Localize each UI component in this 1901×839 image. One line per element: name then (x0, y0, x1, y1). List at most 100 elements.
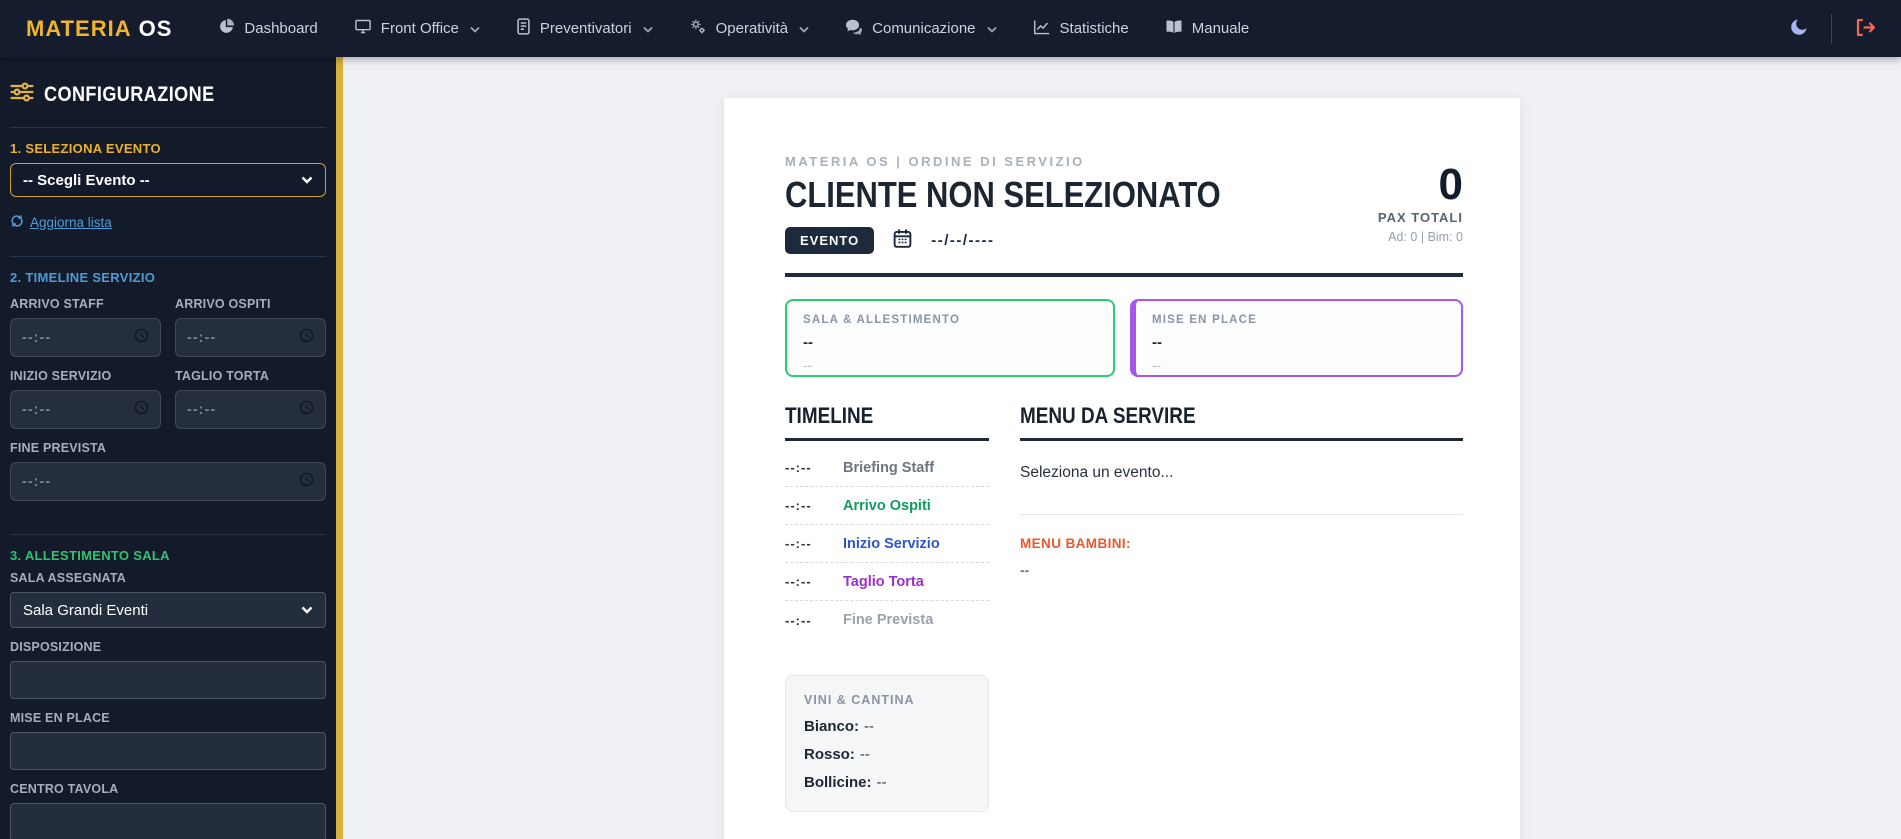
timeline-time: --:-- (785, 574, 812, 589)
nav-item-dashboard[interactable]: Dashboard (218, 18, 318, 39)
field-label-sala-assegnata: SALA ASSEGNATA (10, 571, 126, 585)
logout-button[interactable] (1854, 18, 1876, 40)
nav-divider (1831, 13, 1832, 44)
timeline-label: Inizio Servizio (843, 535, 940, 552)
timeline-heading: TIMELINE (785, 403, 989, 441)
top-navbar: MATERIA OS Dashboard Front Office Preven… (0, 0, 1901, 57)
timeline-label: Taglio Torta (843, 573, 924, 590)
timeline-column: TIMELINE --:-- Briefing Staff --:-- Arri… (785, 403, 989, 812)
nav-item-preventivatori[interactable]: Preventivatori (516, 18, 653, 39)
app-logo[interactable]: MATERIA OS (26, 16, 172, 42)
section-label-allestimento-sala: 3. ALLESTIMENTO SALA (10, 548, 170, 563)
nav-item-operativita[interactable]: Operatività (689, 18, 810, 39)
event-date: --/--/---- (931, 232, 995, 249)
clock-icon[interactable] (299, 472, 314, 492)
section-label-timeline-servizio: 2. TIMELINE SERVIZIO (10, 270, 156, 285)
fine-prevista-time-input[interactable]: --:-- (10, 462, 326, 501)
nav-label: Statistiche (1059, 20, 1129, 37)
timeline-list: --:-- Briefing Staff --:-- Arrivo Ospiti… (785, 449, 989, 639)
sidebar-title: CONFIGURAZIONE (44, 82, 215, 106)
timeline-row-arrivo-ospiti: --:-- Arrivo Ospiti (785, 487, 989, 525)
vini-item-bollicine: Bollicine: -- (804, 774, 970, 791)
menu-heading: MENU DA SERVIRE (1020, 403, 1463, 441)
info-box-line1: -- (1152, 334, 1162, 351)
nav-label: Comunicazione (872, 20, 976, 37)
time-value: --:-- (187, 401, 217, 418)
nav-right (1789, 13, 1876, 44)
nav-item-manuale[interactable]: Manuale (1165, 19, 1250, 39)
vini-label: Rosso: (804, 746, 855, 763)
time-value: --:-- (187, 329, 217, 346)
calendar-icon (892, 228, 913, 254)
menu-bambini-value: -- (1020, 562, 1030, 578)
nav-item-comunicazione[interactable]: Comunicazione (845, 19, 997, 39)
vini-item-rosso: Rosso: -- (804, 746, 970, 763)
time-value: --:-- (22, 329, 52, 346)
menu-placeholder-text: Seleziona un evento... (1020, 464, 1174, 481)
centro-tavola-input[interactable] (10, 803, 326, 839)
card-eyebrow: MATERIA OS | ORDINE DI SERVIZIO (785, 154, 1085, 169)
comments-icon (845, 19, 863, 39)
refresh-list-label: Aggiorna lista (30, 215, 112, 230)
field-label-disposizione: DISPOSIZIONE (10, 640, 102, 654)
gears-icon (689, 18, 707, 39)
timeline-label: Briefing Staff (843, 459, 935, 476)
chevron-down-icon (799, 20, 809, 37)
chevron-down-icon (986, 20, 997, 37)
sala-select[interactable]: Sala Grandi Eventi (10, 592, 326, 628)
taglio-torta-time-input[interactable]: --:-- (175, 390, 326, 429)
info-box-line2: -- (1152, 358, 1161, 373)
chevron-down-icon (470, 20, 480, 37)
file-invoice-icon (516, 18, 531, 39)
field-label-fine-prevista: FINE PREVISTA (10, 441, 107, 455)
field-label-inizio-servizio: INIZIO SERVIZIO (10, 369, 112, 383)
vini-item-bianco: Bianco: -- (804, 718, 970, 735)
clock-icon[interactable] (134, 328, 149, 348)
timeline-time: --:-- (785, 460, 812, 475)
sidebar-divider (10, 534, 326, 535)
info-box-title: SALA & ALLESTIMENTO (803, 314, 961, 326)
chevron-down-icon (642, 20, 653, 37)
clock-icon[interactable] (299, 328, 314, 348)
event-select-value: -- Scegli Evento -- (23, 171, 150, 189)
inizio-servizio-time-input[interactable]: --:-- (10, 390, 161, 429)
arrivo-ospiti-time-input[interactable]: --:-- (175, 318, 326, 357)
arrivo-staff-time-input[interactable]: --:-- (10, 318, 161, 357)
timeline-row-fine-prevista: --:-- Fine Prevista (785, 601, 989, 639)
nav-label: Dashboard (244, 20, 318, 37)
mise-en-place-input[interactable] (10, 732, 326, 770)
nav-menu: Dashboard Front Office Preventivatori Op… (218, 18, 1249, 39)
field-label-taglio-torta: TAGLIO TORTA (175, 369, 270, 383)
chevron-down-icon (301, 601, 313, 619)
sala-allestimento-box: SALA & ALLESTIMENTO -- -- (785, 299, 1115, 377)
dark-mode-toggle[interactable] (1789, 17, 1809, 40)
timeline-label: Arrivo Ospiti (843, 497, 931, 514)
sync-icon (10, 214, 24, 231)
mise-en-place-box: MISE EN PLACE -- -- (1130, 299, 1463, 377)
nav-item-statistiche[interactable]: Statistiche (1033, 19, 1129, 39)
nav-label: Manuale (1191, 20, 1250, 37)
client-title: CLIENTE NON SELEZIONATO (785, 174, 1221, 215)
time-value: --:-- (22, 473, 52, 490)
logo-primary: MATERIA (26, 15, 132, 41)
sala-select-value: Sala Grandi Eventi (23, 601, 149, 619)
info-box-title: MISE EN PLACE (1152, 314, 1258, 326)
main-content: MATERIA OS | ORDINE DI SERVIZIO CLIENTE … (343, 57, 1901, 839)
clock-icon[interactable] (299, 400, 314, 420)
event-select[interactable]: -- Scegli Evento -- (10, 163, 326, 197)
sliders-icon (10, 82, 34, 107)
field-label-arrivo-ospiti: ARRIVO OSPITI (175, 297, 271, 311)
section-label-seleziona-evento: 1. SELEZIONA EVENTO (10, 141, 161, 156)
timeline-row-briefing-staff: --:-- Briefing Staff (785, 449, 989, 487)
nav-item-front-office[interactable]: Front Office (354, 18, 480, 39)
refresh-list-link[interactable]: Aggiorna lista (10, 214, 112, 231)
nav-label: Preventivatori (539, 20, 632, 37)
sidebar-title-row: CONFIGURAZIONE (10, 82, 326, 107)
vini-value: -- (876, 774, 887, 791)
clock-icon[interactable] (134, 400, 149, 420)
configuration-sidebar: CONFIGURAZIONE 1. SELEZIONA EVENTO -- Sc… (0, 57, 343, 839)
vini-label: Bollicine: (804, 774, 872, 791)
menu-bambini-label: MENU BAMBINI: (1020, 536, 1131, 551)
disposizione-input[interactable] (10, 661, 326, 699)
menu-column: MENU DA SERVIRE Seleziona un evento... M… (1020, 403, 1463, 812)
